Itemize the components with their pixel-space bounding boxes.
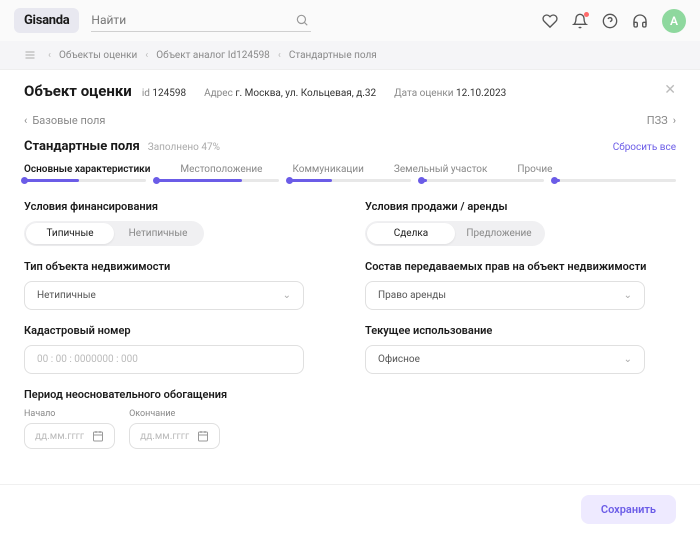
tab-other[interactable]: Прочие bbox=[517, 164, 552, 175]
section-progress: Заполнено 47% bbox=[148, 142, 220, 153]
date-start-input[interactable]: дд.мм.гггг bbox=[24, 423, 115, 449]
chevron-left-icon: ‹ bbox=[278, 50, 281, 61]
page-date: Дата оценки 12.10.2023 bbox=[394, 88, 514, 99]
cadastral-input[interactable]: 00 : 00 : 0000000 : 000 bbox=[24, 345, 304, 374]
type-select[interactable]: Нетипичные⌄ bbox=[24, 281, 304, 310]
tabs-progress bbox=[24, 179, 676, 182]
bell-icon[interactable] bbox=[572, 13, 588, 29]
help-icon[interactable] bbox=[602, 13, 618, 29]
breadcrumb: ‹ Объекты оценки ‹ Объект аналог Id12459… bbox=[0, 41, 700, 70]
chevron-down-icon: ⌄ bbox=[624, 354, 632, 365]
rights-label: Состав передаваемых прав на объект недви… bbox=[365, 260, 676, 273]
sale-toggle[interactable]: Сделка Предложение bbox=[365, 221, 545, 246]
crumb-0[interactable]: Объекты оценки bbox=[59, 50, 137, 61]
calendar-icon bbox=[197, 430, 209, 442]
cadastral-label: Кадастровый номер bbox=[24, 324, 335, 337]
financing-opt-2[interactable]: Нетипичные bbox=[114, 223, 202, 244]
tab-land[interactable]: Земельный участок bbox=[394, 164, 488, 175]
usage-label: Текущее использование bbox=[365, 324, 676, 337]
support-icon[interactable] bbox=[632, 13, 648, 29]
search-icon[interactable] bbox=[295, 13, 309, 27]
financing-label: Условия финансирования bbox=[24, 200, 335, 213]
chevron-left-icon: ‹ bbox=[145, 50, 148, 61]
tab-location[interactable]: Местоположение bbox=[180, 164, 262, 175]
chevron-down-icon: ⌄ bbox=[624, 290, 632, 301]
nav-forward[interactable]: ПЗЗ› bbox=[647, 114, 676, 127]
search-input[interactable] bbox=[91, 13, 311, 27]
financing-opt-1[interactable]: Типичные bbox=[26, 223, 114, 244]
date-start-label: Начало bbox=[24, 409, 115, 419]
sale-opt-1[interactable]: Сделка bbox=[367, 223, 455, 244]
rights-select[interactable]: Право аренды⌄ bbox=[365, 281, 645, 310]
page-id: id 124598 bbox=[142, 88, 194, 99]
usage-select[interactable]: Офисное⌄ bbox=[365, 345, 645, 374]
reset-button[interactable]: Сбросить все bbox=[613, 142, 676, 153]
calendar-icon bbox=[92, 430, 104, 442]
chevron-left-icon: ‹ bbox=[48, 50, 51, 61]
sale-label: Условия продажи / аренды bbox=[365, 200, 676, 213]
nav-back[interactable]: ‹Базовые поля bbox=[24, 114, 105, 127]
financing-toggle[interactable]: Типичные Нетипичные bbox=[24, 221, 204, 246]
search-box[interactable] bbox=[91, 9, 311, 32]
date-end-label: Окончание bbox=[129, 409, 220, 419]
type-label: Тип объекта недвижимости bbox=[24, 260, 335, 273]
enrichment-label: Период неосновательного обогащения bbox=[24, 388, 335, 401]
chevron-down-icon: ⌄ bbox=[283, 290, 291, 301]
save-button[interactable]: Сохранить bbox=[581, 495, 676, 524]
avatar[interactable]: A bbox=[662, 9, 686, 33]
page-title: Объект оценки bbox=[24, 82, 132, 100]
chevron-right-icon: › bbox=[673, 114, 676, 127]
menu-icon[interactable] bbox=[24, 49, 36, 61]
crumb-2[interactable]: Стандартные поля bbox=[289, 50, 377, 61]
section-title: Стандартные поля bbox=[24, 139, 140, 154]
close-icon[interactable]: ✕ bbox=[664, 82, 676, 98]
sale-opt-2[interactable]: Предложение bbox=[455, 223, 543, 244]
crumb-1[interactable]: Объект аналог Id124598 bbox=[156, 50, 270, 61]
chevron-left-icon: ‹ bbox=[24, 114, 27, 127]
brand-logo[interactable]: Gisanda bbox=[14, 8, 79, 33]
tab-communications[interactable]: Коммуникации bbox=[292, 164, 363, 175]
date-end-input[interactable]: дд.мм.гггг bbox=[129, 423, 220, 449]
heart-icon[interactable] bbox=[542, 13, 558, 29]
tab-main[interactable]: Основные характеристики bbox=[24, 164, 150, 175]
page-address: Адрес г. Москва, ул. Кольцевая, д.32 bbox=[204, 88, 384, 99]
